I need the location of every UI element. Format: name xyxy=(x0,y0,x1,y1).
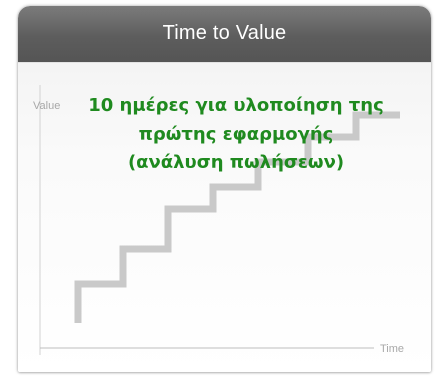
value-time-diagram: Value Time 10 ημέρες για υλοποίηση της π… xyxy=(18,62,431,372)
overlay-line-1: 10 ημέρες για υλοποίηση της xyxy=(88,95,384,116)
overlay-line-3: (ανάλυση πωλήσεων) xyxy=(127,152,345,173)
overlay-line-2: πρώτης εφαρμογής xyxy=(138,123,334,145)
overlay-annotation: 10 ημέρες για υλοποίηση της πρώτης εφαρμ… xyxy=(86,92,386,178)
time-to-value-card: Time to Value Value Time 10 ημέρες για υ… xyxy=(18,6,431,372)
y-axis-label: Value xyxy=(33,100,61,112)
card-header: Time to Value xyxy=(18,6,431,62)
x-axis-label: Time xyxy=(380,343,405,355)
card-title: Time to Value xyxy=(162,22,287,44)
